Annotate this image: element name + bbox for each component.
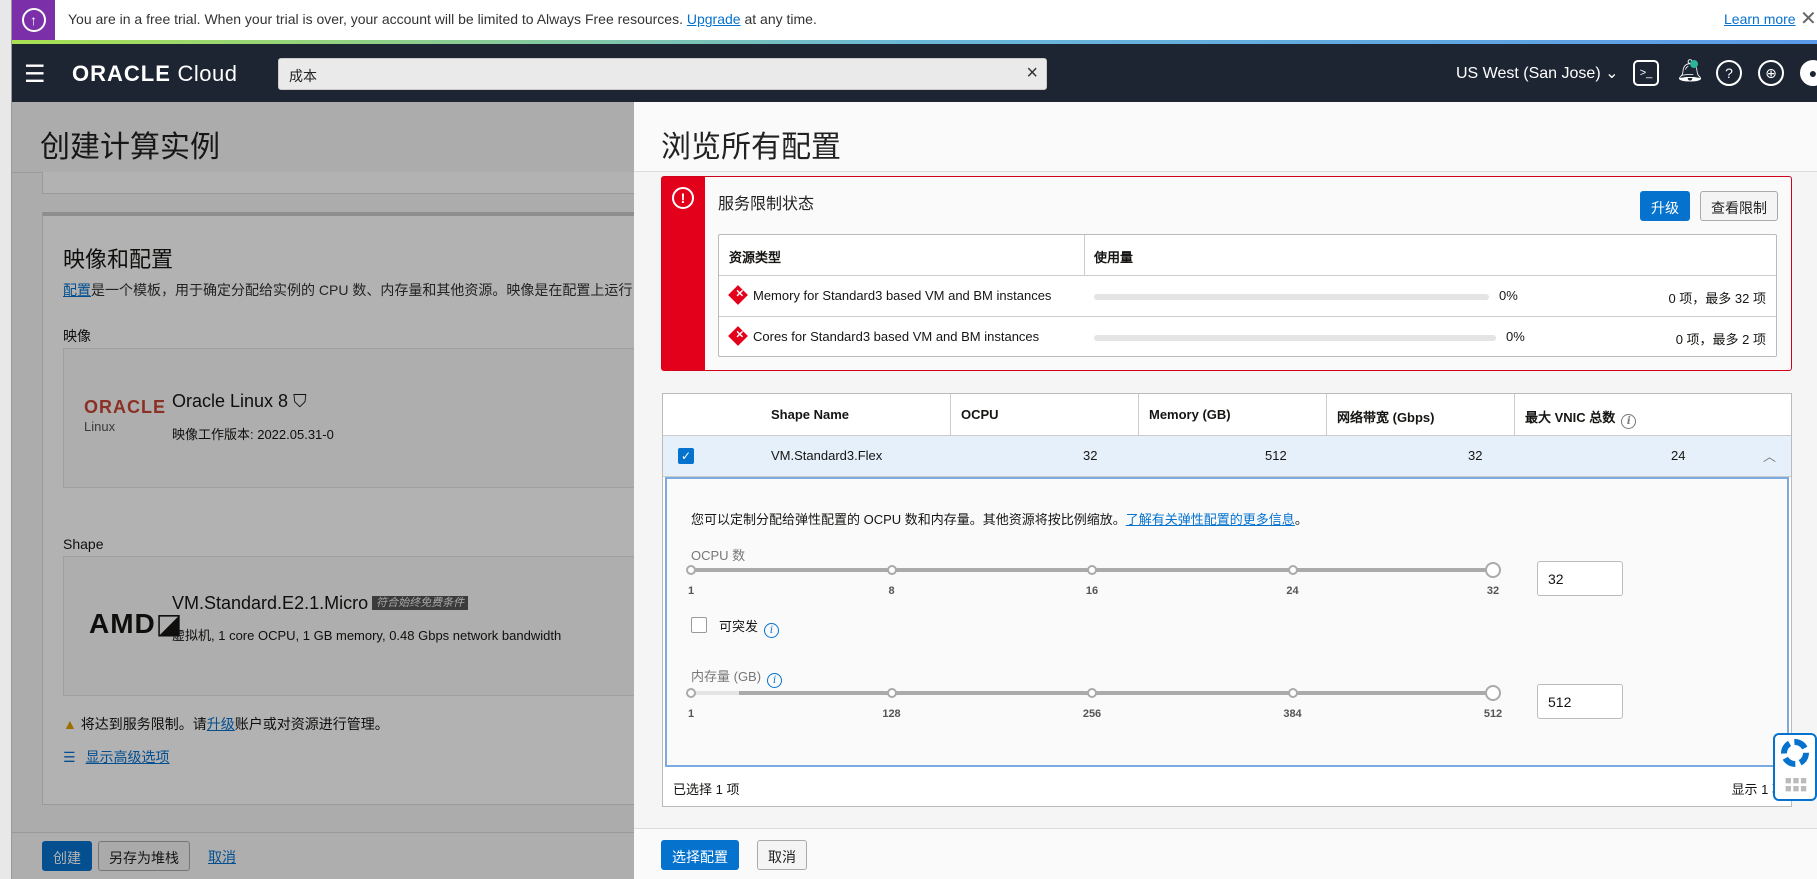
table-footer: 已选择 1 项 显示 1 项 bbox=[663, 767, 1791, 807]
cell-vnic: 24 bbox=[1671, 448, 1686, 463]
usage-bar bbox=[1094, 335, 1496, 341]
burstable-checkbox[interactable] bbox=[691, 617, 707, 633]
error-diamond-icon bbox=[728, 285, 748, 305]
drawer-header: 浏览所有配置 bbox=[634, 102, 1817, 172]
table-row[interactable]: ✓ VM.Standard3.Flex 32 512 32 24 ︿ bbox=[663, 436, 1791, 477]
memory-label: 内存量 (GB) i bbox=[691, 666, 783, 688]
shapes-table: Shape Name OCPU Memory (GB) 网络带宽 (Gbps) … bbox=[662, 393, 1792, 807]
alert-title: 服务限制状态 bbox=[718, 196, 815, 213]
notifications-bell-icon[interactable]: 🔔︎ bbox=[1676, 58, 1704, 84]
memory-tick-label: 1 bbox=[687, 708, 695, 720]
ocpu-tick-label: 8 bbox=[888, 585, 895, 597]
upgrade-link[interactable]: Upgrade bbox=[687, 11, 741, 27]
clear-search-icon[interactable]: × bbox=[1026, 62, 1038, 85]
row-checkbox[interactable]: ✓ bbox=[678, 448, 694, 464]
memory-tick-mark bbox=[1287, 688, 1298, 698]
limit-row: Memory for Standard3 based VM and BM ins… bbox=[719, 276, 1776, 317]
ocpu-input[interactable]: 32 bbox=[1537, 561, 1623, 596]
banner-text: You are in a free trial. When your trial… bbox=[68, 11, 683, 27]
drag-grip-icon[interactable]: ■■■ ■■■ bbox=[1785, 776, 1808, 795]
memory-slider[interactable] bbox=[686, 685, 1501, 701]
select-shape-button[interactable]: 选择配置 bbox=[661, 840, 739, 870]
help-widget[interactable]: ■■■ ■■■ bbox=[1773, 733, 1817, 801]
view-limits-button[interactable]: 查看限制 bbox=[1700, 191, 1778, 221]
col-ocpu[interactable]: OCPU bbox=[951, 394, 1139, 436]
ocpu-tick-label: 24 bbox=[1286, 585, 1299, 597]
info-icon: i bbox=[1621, 414, 1637, 429]
close-banner-icon[interactable]: ✕ bbox=[1800, 6, 1817, 31]
burstable-label: 可突发 i bbox=[719, 616, 780, 638]
help-icon[interactable]: ? bbox=[1716, 60, 1742, 86]
memory-tick-mark bbox=[686, 688, 696, 698]
col-shape-name[interactable]: Shape Name bbox=[663, 394, 951, 436]
ocpu-label: OCPU 数 bbox=[691, 548, 746, 563]
limits-table: 资源类型使用量 Memory for Standard3 based VM an… bbox=[718, 234, 1777, 357]
flex-description: 您可以定制分配给弹性配置的 OCPU 数和内存量。其他资源将按比例缩放。了解有关… bbox=[691, 512, 1308, 527]
usage-bar bbox=[1094, 294, 1489, 300]
memory-tick-label: 256 bbox=[1082, 708, 1102, 720]
background-app-edge bbox=[0, 0, 12, 879]
memory-tick-label: 384 bbox=[1283, 708, 1302, 720]
memory-slider-handle[interactable] bbox=[1485, 685, 1501, 701]
cloud-shell-icon[interactable]: >_ bbox=[1633, 60, 1659, 86]
col-vnic[interactable]: 最大 VNIC 总数 i bbox=[1515, 394, 1791, 436]
cell-memory: 512 bbox=[1265, 448, 1287, 463]
banner-suffix: at any time. bbox=[740, 11, 817, 27]
collapse-chevron-icon[interactable]: ︿ bbox=[1763, 446, 1776, 465]
ocpu-slider-handle[interactable] bbox=[1485, 562, 1501, 578]
info-icon: i bbox=[764, 623, 780, 638]
memory-tick-label: 128 bbox=[882, 708, 901, 720]
memory-tick-label: 512 bbox=[1483, 708, 1503, 720]
cell-shape-name: VM.Standard3.Flex bbox=[771, 448, 883, 463]
limits-header: 资源类型 使用量 bbox=[719, 235, 1776, 276]
memory-tick-mark bbox=[886, 688, 897, 698]
upgrade-button[interactable]: 升级 bbox=[1640, 191, 1690, 221]
memory-input[interactable]: 512 bbox=[1537, 684, 1623, 719]
selected-count: 已选择 1 项 bbox=[673, 782, 740, 797]
learn-more-link[interactable]: Learn more bbox=[1724, 11, 1796, 27]
upgrade-arrow-icon: ↑ bbox=[12, 0, 55, 40]
flex-learn-more-link[interactable]: 了解有关弹性配置的更多信息 bbox=[1126, 512, 1295, 527]
limit-row: Cores for Standard3 based VM and BM inst… bbox=[719, 317, 1776, 358]
browse-shapes-drawer: 浏览所有配置 ! 服务限制状态 升级 查看限制 资源类型使用量 Memory f… bbox=[634, 102, 1817, 879]
lifebuoy-icon bbox=[1781, 739, 1809, 767]
ocpu-tick-label: 16 bbox=[1085, 585, 1099, 597]
language-globe-icon[interactable]: ⊕ bbox=[1758, 60, 1784, 86]
region-selector[interactable]: US West (San Jose) ⌄ bbox=[1456, 63, 1619, 83]
top-nav: ☰ ORACLE Cloud 成本 × US West (San Jose) ⌄ … bbox=[12, 44, 1817, 102]
ocpu-tick-label: 1 bbox=[687, 585, 695, 597]
ocpu-tick-mark bbox=[1087, 565, 1097, 575]
cell-ocpu: 32 bbox=[1083, 448, 1098, 463]
col-bandwidth[interactable]: 网络带宽 (Gbps) bbox=[1327, 394, 1515, 436]
service-limit-alert: ! 服务限制状态 升级 查看限制 资源类型使用量 Memory for Stan… bbox=[661, 176, 1792, 371]
modal-overlay[interactable] bbox=[12, 102, 634, 879]
table-header: Shape Name OCPU Memory (GB) 网络带宽 (Gbps) … bbox=[663, 394, 1791, 436]
ocpu-tick-label: 32 bbox=[1486, 585, 1500, 597]
error-diamond-icon bbox=[728, 326, 748, 346]
search-input[interactable]: 成本 × bbox=[278, 58, 1047, 90]
cell-bandwidth: 32 bbox=[1468, 448, 1483, 463]
ocpu-tick-mark bbox=[686, 565, 696, 575]
ocpu-slider[interactable] bbox=[686, 562, 1501, 578]
profile-avatar-icon[interactable]: ● bbox=[1800, 60, 1817, 86]
trial-banner: ↑ You are in a free trial. When your tri… bbox=[12, 0, 1817, 40]
flex-config-panel: 您可以定制分配给弹性配置的 OCPU 数和内存量。其他资源将按比例缩放。了解有关… bbox=[665, 477, 1789, 767]
alert-strip: ! bbox=[662, 177, 705, 370]
ocpu-tick-mark bbox=[1287, 565, 1298, 575]
oracle-cloud-logo[interactable]: ORACLE Cloud bbox=[72, 61, 238, 87]
info-icon: i bbox=[767, 673, 783, 688]
memory-tick-mark bbox=[1087, 688, 1097, 698]
col-memory[interactable]: Memory (GB) bbox=[1139, 394, 1327, 436]
drawer-title: 浏览所有配置 bbox=[661, 131, 841, 164]
hamburger-menu-icon[interactable]: ☰ bbox=[24, 60, 46, 89]
drawer-footer: 选择配置 取消 bbox=[634, 828, 1817, 879]
drawer-cancel-button[interactable]: 取消 bbox=[757, 840, 807, 870]
ocpu-tick-mark bbox=[886, 565, 897, 575]
error-icon: ! bbox=[672, 187, 694, 209]
